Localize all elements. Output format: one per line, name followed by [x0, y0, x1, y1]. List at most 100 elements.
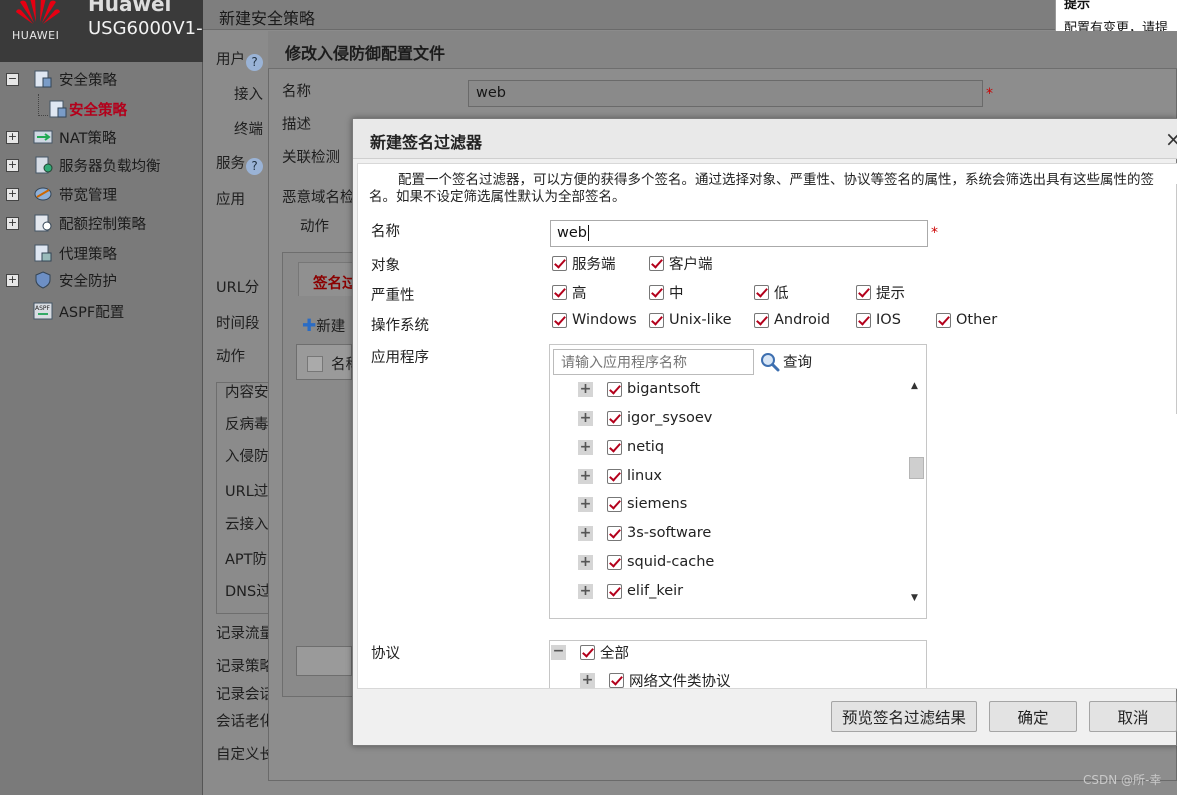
bg-label-cloud-access: 云接入: [225, 517, 269, 533]
dialog-title: 新建签名过滤器: [370, 133, 483, 152]
nat-icon: [33, 130, 53, 144]
shield-icon: [35, 271, 51, 289]
sidebar-item-server-load-balancing[interactable]: + 服务器负载均衡: [0, 152, 203, 178]
mid-label-malicious-domain: 恶意域名检: [282, 190, 355, 206]
dialog-description: 配置一个签名过滤器，可以方便的获得多个签名。通过选择对象、严重性、协议等签名的属…: [369, 172, 1154, 205]
app-tree-item[interactable]: +3s-software: [578, 523, 711, 543]
background-page-title: 新建安全策略: [203, 0, 1177, 30]
scroll-up-icon[interactable]: ▲: [911, 381, 918, 391]
name-label: 名称: [371, 224, 400, 240]
object-client-checkbox[interactable]: 客户端: [649, 253, 713, 274]
sidebar-item-label: 服务器负载均衡: [59, 158, 161, 175]
brand-name: Huawei: [88, 0, 172, 16]
expand-icon[interactable]: +: [6, 273, 19, 287]
sidebar-item-bandwidth[interactable]: + 带宽管理: [0, 181, 203, 207]
bg-label-terminal: 终端: [234, 122, 263, 138]
table-footer: [296, 646, 352, 676]
mid-label-name: 名称: [282, 84, 311, 100]
expand-icon[interactable]: +: [6, 130, 19, 144]
severity-label: 严重性: [371, 288, 415, 304]
help-icon[interactable]: ?: [246, 54, 263, 71]
svg-text:ASPF: ASPF: [35, 305, 51, 312]
app-tree-item[interactable]: + linux: [578, 466, 662, 486]
app-tree-item[interactable]: + siemens: [578, 494, 687, 514]
os-unix-like-checkbox[interactable]: Unix-like: [649, 312, 732, 328]
dialog-title: 修改入侵防御配置文件: [285, 44, 446, 63]
sidebar-item-label: 代理策略: [59, 246, 117, 263]
os-ios-checkbox[interactable]: IOS: [856, 312, 901, 328]
app-tree-item[interactable]: + elif_keir: [578, 581, 683, 601]
tab-signature-filter[interactable]: 签名过: [298, 262, 358, 296]
close-icon[interactable]: ×: [1165, 127, 1177, 151]
object-server-checkbox[interactable]: 服务端: [552, 253, 616, 274]
sidebar-item-security-policy[interactable]: 安全策略: [0, 96, 203, 122]
scroll-down-icon[interactable]: ▼: [911, 593, 918, 603]
expand-icon: +: [578, 409, 593, 426]
sidebar-item-nat-policy[interactable]: + NAT策略: [0, 124, 203, 150]
select-all-checkbox[interactable]: [307, 356, 323, 372]
sidebar-item-aspf[interactable]: ASPF ASPF配置: [0, 298, 203, 324]
expand-icon[interactable]: +: [6, 187, 19, 201]
mid-name-input[interactable]: web: [468, 80, 983, 107]
protocol-tree-item[interactable]: + 网络文件类协议: [580, 670, 731, 688]
new-filter-button[interactable]: ✚新建: [302, 315, 345, 336]
application-tree-panel: 查询 +bigantsoft +igor_sysoev +netiq +linu…: [549, 344, 927, 619]
protocol-tree-panel: − 全部 + 网络文件类协议: [549, 640, 927, 688]
sidebar-item-label: 安全防护: [59, 273, 117, 290]
bg-label-action: 动作: [216, 349, 245, 365]
app-tree-item[interactable]: + squid-cache: [578, 552, 714, 572]
scroll-thumb[interactable]: [909, 457, 924, 479]
expand-icon[interactable]: +: [6, 158, 19, 172]
preview-filter-result-button[interactable]: 预览签名过滤结果: [831, 701, 977, 732]
search-icon: [761, 352, 780, 371]
bandwidth-icon: [34, 187, 52, 201]
severity-medium-checkbox[interactable]: 中: [649, 282, 684, 303]
cancel-button[interactable]: 取消: [1089, 701, 1177, 732]
sidebar-item-quota-control[interactable]: + 配额控制策略: [0, 210, 203, 236]
help-icon[interactable]: ?: [246, 158, 263, 175]
bg-label-custom-long: 自定义长: [216, 747, 274, 763]
bg-label-dns-filter: DNS过: [225, 584, 271, 600]
sidebar-item-proxy-policy[interactable]: 代理策略: [0, 240, 203, 266]
application-tree-list: + bigantsoft + igor_sysoev + netiq + linux +…: [550, 379, 910, 609]
application-list-scrollbar[interactable]: ▲ ▼: [908, 379, 925, 609]
proxy-icon: [34, 244, 52, 262]
expand-icon: +: [580, 671, 595, 688]
required-mark: *: [931, 225, 938, 241]
sidebar-item-security-protection[interactable]: + 安全防护: [0, 267, 203, 293]
severity-low-checkbox[interactable]: 低: [754, 282, 789, 303]
logo-bar: HUAWEI Huawei USG6000V1-: [0, 0, 203, 62]
expand-icon[interactable]: +: [6, 216, 19, 230]
collapse-icon[interactable]: −: [6, 72, 19, 86]
severity-high-checkbox[interactable]: 高: [552, 282, 587, 303]
bg-label-time-range: 时间段: [216, 316, 260, 332]
application-search-button[interactable]: 查询: [760, 351, 812, 372]
application-search-input[interactable]: [553, 349, 754, 375]
filter-name-input[interactable]: web: [550, 220, 928, 247]
os-android-checkbox[interactable]: Android: [754, 312, 830, 328]
app-tree-item[interactable]: + bigantsoft: [578, 379, 700, 399]
app-tree-item[interactable]: + igor_sysoev: [578, 408, 712, 428]
bg-label-url-filter: URL过: [225, 484, 269, 500]
sidebar-item-security-policy-group[interactable]: − 安全策略: [0, 66, 203, 92]
aspf-icon: ASPF: [33, 302, 53, 320]
severity-info-checkbox[interactable]: 提示: [856, 282, 905, 303]
policy-icon: [49, 100, 67, 118]
mid-label-action: 动作: [300, 219, 329, 235]
quota-icon: [34, 214, 52, 232]
os-other-checkbox[interactable]: Other: [936, 312, 997, 328]
expand-icon: +: [578, 553, 593, 570]
bg-label-antivirus: 反病毒: [225, 417, 269, 433]
sidebar: HUAWEI Huawei USG6000V1- − 安全策略 安全策略 + N…: [0, 0, 203, 795]
expand-icon: +: [578, 438, 593, 455]
device-model: USG6000V1-: [88, 18, 203, 39]
expand-icon: +: [578, 467, 593, 484]
protocol-tree-item-all[interactable]: − 全部: [551, 642, 629, 662]
ok-button[interactable]: 确定: [989, 701, 1077, 732]
new-signature-filter-dialog: 新建签名过滤器 × 配置一个签名过滤器，可以方便的获得多个签名。通过选择对象、严…: [352, 118, 1177, 746]
sidebar-item-label: 安全策略: [69, 102, 127, 119]
os-windows-checkbox[interactable]: Windows: [552, 312, 637, 328]
app-tree-item[interactable]: + netiq: [578, 437, 664, 457]
expand-icon: +: [578, 524, 593, 541]
bg-label-log-session: 记录会话: [216, 687, 274, 703]
